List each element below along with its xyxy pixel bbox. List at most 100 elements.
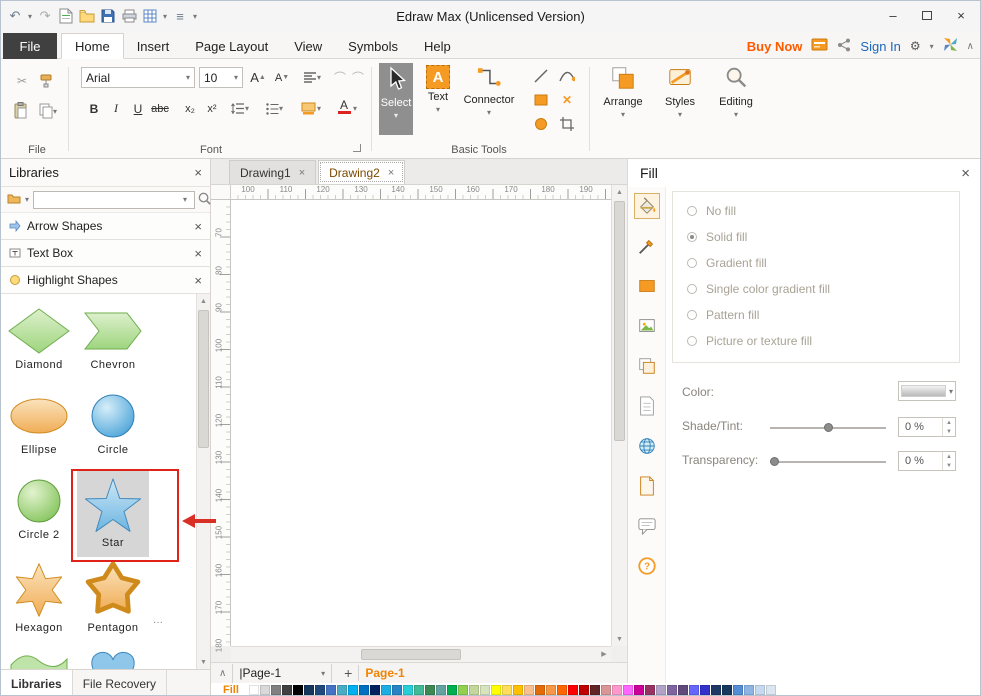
transparency-value-spinner[interactable]: 0 % ▲▼ (898, 451, 956, 471)
page-dropdown-icon[interactable]: ▾ (321, 669, 325, 678)
palette-swatch[interactable] (425, 685, 435, 695)
text-highlight-icon[interactable] (299, 99, 317, 118)
search-icon[interactable] (197, 191, 212, 209)
library-menu-dropdown-icon[interactable]: ▾ (25, 195, 29, 204)
tab-drawing2[interactable]: Drawing2 × (318, 160, 405, 184)
palette-swatch[interactable] (623, 685, 633, 695)
palette-swatch[interactable] (568, 685, 578, 695)
connector-dropdown-icon[interactable]: ▾ (487, 108, 491, 117)
fill-panel-close-icon[interactable]: × (961, 165, 970, 182)
strikethrough-button[interactable]: abc (151, 99, 169, 118)
font-size-combo[interactable]: 10 ▾ (199, 67, 243, 88)
spin-down-icon[interactable]: ▼ (943, 427, 955, 436)
buy-now-link[interactable]: Buy Now (747, 39, 803, 54)
palette-swatch[interactable] (370, 685, 380, 695)
palette-swatch[interactable] (315, 685, 325, 695)
tab-close-icon[interactable]: × (299, 167, 305, 179)
canvas-horizontal-scrollbar[interactable]: ▶ (231, 646, 611, 662)
open-folder-icon[interactable] (79, 7, 95, 25)
slider-thumb[interactable] (824, 423, 833, 432)
tab-view[interactable]: View (281, 33, 335, 59)
arrange-dropdown-icon[interactable]: ▾ (621, 110, 625, 119)
editing-button[interactable]: Editing ▾ (711, 65, 761, 119)
scroll-right-icon[interactable]: ▶ (597, 647, 611, 661)
option-gradient-fill[interactable]: Gradient fill (687, 250, 945, 276)
tab-drawing1[interactable]: Drawing1 × (229, 160, 316, 184)
add-page-button[interactable]: + (338, 665, 359, 681)
maximize-button[interactable] (910, 1, 944, 29)
save-icon[interactable] (100, 7, 116, 25)
palette-swatch[interactable] (249, 685, 259, 695)
palette-swatch[interactable] (480, 685, 490, 695)
license-card-icon[interactable] (811, 38, 828, 54)
tab-file[interactable]: File (3, 33, 57, 59)
editing-dropdown-icon[interactable]: ▾ (734, 110, 738, 119)
scroll-up-icon[interactable]: ▲ (612, 185, 627, 199)
line-style-icon[interactable] (634, 233, 660, 259)
undo-dropdown-icon[interactable]: ▾ (28, 12, 32, 21)
option-pattern-fill[interactable]: Pattern fill (687, 302, 945, 328)
page-tab[interactable]: |Page-1 ▾ (232, 664, 332, 683)
redo-icon[interactable]: ↷ (37, 7, 53, 25)
palette-swatch[interactable] (601, 685, 611, 695)
select-tool-button[interactable]: Select ▾ (379, 63, 413, 135)
settings-gear-icon[interactable]: ⚙ (910, 39, 921, 53)
palette-swatch[interactable] (546, 685, 556, 695)
paste-icon[interactable] (11, 101, 29, 120)
transparency-slider[interactable] (770, 461, 886, 463)
color-dropdown[interactable]: ▾ (898, 381, 956, 401)
highlight-dropdown-icon[interactable]: ▾ (317, 104, 321, 113)
palette-swatch[interactable] (447, 685, 457, 695)
document-properties-icon[interactable] (634, 393, 660, 419)
toolbar-dropdown-icon[interactable]: ▾ (163, 12, 167, 21)
canvas-vertical-scrollbar[interactable]: ▲ ▼ (611, 185, 627, 646)
palette-swatch[interactable] (656, 685, 666, 695)
arrange-button[interactable]: Arrange ▾ (597, 65, 649, 119)
comment-icon[interactable] (634, 513, 660, 539)
palette-swatch[interactable] (590, 685, 600, 695)
line-spacing-dropdown-icon[interactable]: ▾ (245, 104, 249, 113)
palette-swatch[interactable] (260, 685, 270, 695)
search-dropdown-icon[interactable]: ▾ (183, 195, 187, 204)
palette-swatch[interactable] (491, 685, 501, 695)
text-dropdown-icon[interactable]: ▾ (436, 105, 440, 114)
drawing-canvas[interactable] (231, 200, 611, 646)
select-dropdown-icon[interactable]: ▾ (394, 111, 398, 120)
section-highlight-shapes[interactable]: Highlight Shapes × (1, 267, 210, 294)
shape-item-circle[interactable]: Circle (77, 386, 149, 472)
shape-item-partial-heart[interactable] (77, 641, 149, 669)
tab-page-layout[interactable]: Page Layout (182, 33, 281, 59)
font-dialog-launcher-icon[interactable] (353, 144, 361, 152)
font-size-dropdown-icon[interactable]: ▾ (234, 73, 238, 82)
palette-swatch[interactable] (348, 685, 358, 695)
shade-slider[interactable] (770, 427, 886, 429)
tab-insert[interactable]: Insert (124, 33, 183, 59)
bold-button[interactable]: B (85, 99, 103, 118)
bottom-tab-libraries[interactable]: Libraries (1, 670, 73, 696)
customize-toolbar-icon[interactable]: ≡ (172, 7, 188, 25)
library-menu-icon[interactable] (7, 192, 21, 207)
arc-tool-icon[interactable] (557, 67, 577, 85)
shape-item-circle-2[interactable]: Circle 2 (3, 471, 75, 557)
connector-tool-button[interactable]: Connector ▾ (459, 65, 519, 117)
palette-swatch[interactable] (579, 685, 589, 695)
palette-swatch[interactable] (392, 685, 402, 695)
shape-item-chevron[interactable]: Chevron (77, 301, 149, 387)
scroll-down-icon[interactable]: ▼ (197, 655, 210, 669)
palette-swatch[interactable] (667, 685, 677, 695)
share-icon[interactable] (837, 38, 851, 55)
print-icon[interactable] (121, 7, 137, 25)
subscript-button[interactable]: x₂ (181, 99, 199, 118)
close-button[interactable]: × (944, 1, 978, 29)
palette-swatch[interactable] (282, 685, 292, 695)
libraries-scrollbar[interactable]: ▲ ▼ (196, 294, 210, 669)
styles-dropdown-icon[interactable]: ▾ (678, 110, 682, 119)
shape-item-partial-wave[interactable] (3, 641, 75, 669)
option-solid-fill[interactable]: Solid fill (687, 224, 945, 250)
superscript-button[interactable]: x² (203, 99, 221, 118)
collapse-ribbon-icon[interactable]: ∧ (967, 41, 974, 52)
palette-swatch[interactable] (612, 685, 622, 695)
palette-swatch[interactable] (293, 685, 303, 695)
palette-swatch[interactable] (766, 685, 776, 695)
palette-swatch[interactable] (337, 685, 347, 695)
